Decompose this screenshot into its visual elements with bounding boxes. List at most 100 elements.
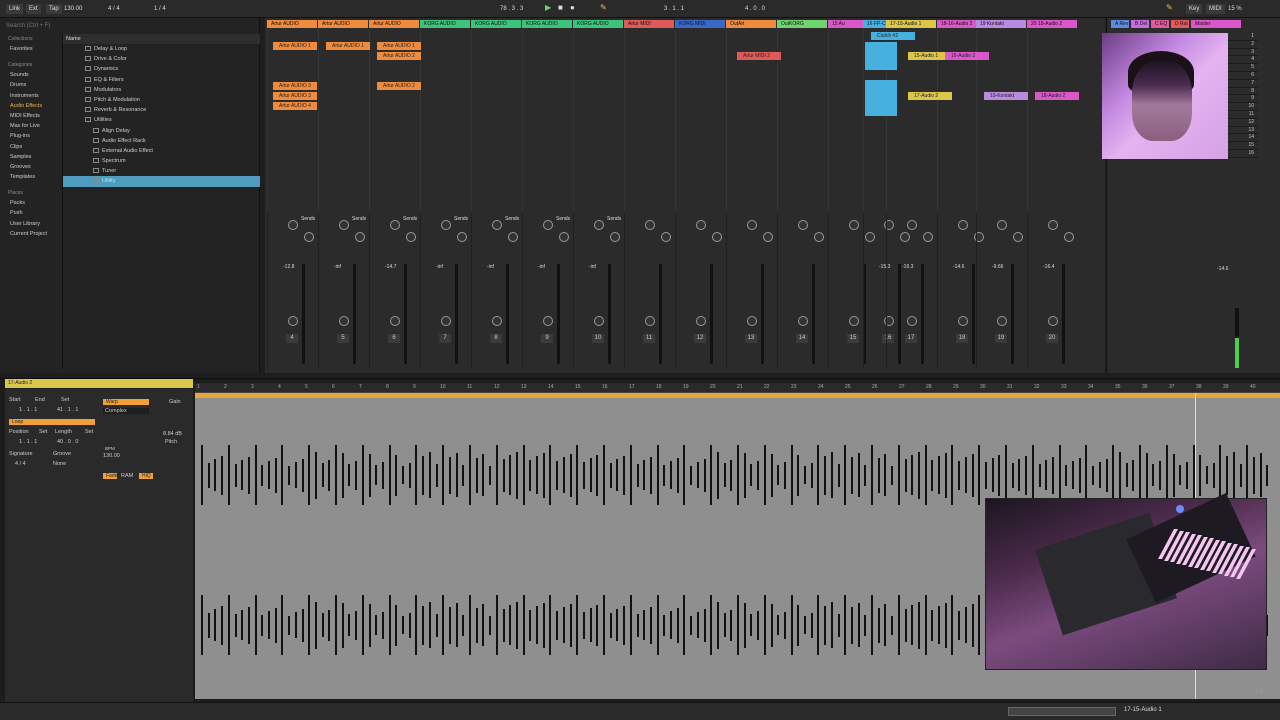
send-a-knob[interactable] <box>390 220 400 230</box>
scene-launch-button[interactable]: 7 <box>1228 80 1258 88</box>
tap-button[interactable]: Tap <box>46 4 62 14</box>
ext-button[interactable]: Ext <box>26 4 41 14</box>
length-set-button[interactable]: Set <box>85 429 93 435</box>
track-activator[interactable]: 6 <box>388 334 400 343</box>
scene-launch-button[interactable]: 15 <box>1228 142 1258 150</box>
pan-knob[interactable] <box>1048 316 1058 326</box>
track-header[interactable]: 17-15-Audio 1 <box>886 20 936 28</box>
volume-field[interactable]: -16.4 <box>1043 264 1054 270</box>
pan-knob[interactable] <box>907 316 917 326</box>
clip-slot[interactable]: Artur AUDIO 1 <box>377 42 421 50</box>
track-activator[interactable]: 20 <box>1046 334 1058 343</box>
pan-knob[interactable] <box>958 316 968 326</box>
track-header[interactable]: KORG MIDI <box>675 20 725 28</box>
send-a-knob[interactable] <box>958 220 968 230</box>
track-header[interactable]: KORG AUDIO <box>471 20 521 28</box>
ram-toggle[interactable]: RAM <box>121 473 133 479</box>
places-item[interactable]: User Library <box>0 219 62 229</box>
scene-launch-button[interactable]: 14 <box>1228 134 1258 143</box>
pan-knob[interactable] <box>849 316 859 326</box>
pan-knob[interactable] <box>390 316 400 326</box>
pencil-icon[interactable]: ✎ <box>1166 3 1173 13</box>
track-header[interactable]: Artur AUDIO <box>369 20 419 28</box>
track-activator[interactable]: 10 <box>592 334 604 343</box>
track-header[interactable]: OutKORG <box>777 20 827 28</box>
category-item[interactable]: MIDI Effects <box>0 111 62 121</box>
browser-folder[interactable]: Pitch & Modulation <box>63 95 260 105</box>
clip-slot[interactable]: Artur AUDIO 2 <box>377 82 421 90</box>
send-a-knob[interactable] <box>1048 220 1058 230</box>
clip-block[interactable] <box>865 80 897 116</box>
track-activator[interactable]: 19 <box>995 334 1007 343</box>
scene-launch-button[interactable]: 12 <box>1228 119 1258 127</box>
song-position[interactable]: 78 . 3 . 3 <box>500 4 523 14</box>
warp-toggle[interactable]: Warp <box>103 399 149 405</box>
clip-title[interactable]: 17-Audio 2 <box>5 379 193 388</box>
send-a-knob[interactable] <box>747 220 757 230</box>
clip-slot[interactable]: Artur AUDIO 1 <box>273 42 317 50</box>
scene-launch-button[interactable]: 4 <box>1228 56 1258 65</box>
volume-field[interactable]: -inf <box>538 264 545 270</box>
name-column-header[interactable]: Name <box>63 34 260 44</box>
send-a-knob[interactable] <box>441 220 451 230</box>
return-track-header[interactable]: D Rat <box>1171 20 1189 28</box>
quantization-select[interactable]: 1 / 4 <box>154 4 166 14</box>
track-activator[interactable]: 11 <box>643 334 655 343</box>
scene-launch-button[interactable]: 8 <box>1228 88 1258 96</box>
volume-field[interactable]: -16.3 <box>902 264 913 270</box>
volume-field[interactable]: -14.7 <box>385 264 396 270</box>
volume-field[interactable]: -inf <box>334 264 341 270</box>
track-header[interactable]: KORG AUDIO <box>573 20 623 28</box>
send-a-knob[interactable] <box>696 220 706 230</box>
warp-mode-select[interactable]: Complex <box>103 408 149 414</box>
send-b-knob[interactable] <box>610 232 620 242</box>
send-b-knob[interactable] <box>559 232 569 242</box>
track-header[interactable]: 19 Kontakt <box>976 20 1026 28</box>
play-icon[interactable]: ▶ <box>545 3 551 13</box>
track-activator[interactable]: 15 <box>847 334 859 343</box>
loop-brace[interactable] <box>195 393 1280 398</box>
category-item[interactable]: Templates <box>0 172 62 182</box>
browser-folder[interactable]: Dynamics <box>63 64 260 74</box>
volume-field[interactable]: -inf <box>436 264 443 270</box>
places-item[interactable]: Push <box>0 208 62 218</box>
pan-knob[interactable] <box>798 316 808 326</box>
send-b-knob[interactable] <box>923 232 933 242</box>
send-a-knob[interactable] <box>339 220 349 230</box>
browser-folder[interactable]: Delay & Loop <box>63 44 260 54</box>
scene-launch-button[interactable]: 10 <box>1228 103 1258 111</box>
favorites-item[interactable]: Favorites <box>0 44 62 54</box>
track-header[interactable]: OutArt <box>726 20 776 28</box>
track-header[interactable]: 20 18-Audio 2 <box>1027 20 1077 28</box>
volume-field[interactable]: -inf <box>589 264 596 270</box>
send-b-knob[interactable] <box>712 232 722 242</box>
return-track-header[interactable]: A Rev <box>1111 20 1129 28</box>
scene-launch-button[interactable]: 5 <box>1228 64 1258 72</box>
fade-toggle[interactable]: Fade <box>103 473 117 479</box>
send-b-knob[interactable] <box>304 232 314 242</box>
return-track-header[interactable]: B Del <box>1131 20 1149 28</box>
clip-slot[interactable]: Artur AUDIO 3 <box>273 92 317 100</box>
category-item[interactable]: Max for Live <box>0 121 62 131</box>
category-item[interactable]: Sounds <box>0 70 62 80</box>
track-activator[interactable]: 4 <box>286 334 298 343</box>
loop-toggle[interactable]: Loop <box>9 419 95 425</box>
track-header[interactable]: KORG AUDIO <box>420 20 470 28</box>
stop-icon[interactable]: ■ <box>558 3 563 13</box>
browser-device[interactable]: Align Delay <box>63 126 260 136</box>
send-b-knob[interactable] <box>406 232 416 242</box>
browser-search-input[interactable]: Search (Ctrl + F) <box>6 21 256 31</box>
pan-knob[interactable] <box>645 316 655 326</box>
send-a-knob[interactable] <box>288 220 298 230</box>
master-volume[interactable]: -14.6 <box>1217 266 1228 272</box>
return-track-header[interactable]: C EQ <box>1151 20 1169 28</box>
clip-signature-field[interactable]: 4 / 4 <box>15 461 26 467</box>
category-item[interactable]: Audio Effects <box>0 101 62 111</box>
send-b-knob[interactable] <box>457 232 467 242</box>
category-item[interactable]: Drums <box>0 80 62 90</box>
browser-device[interactable]: Audio Effect Rack <box>63 136 260 146</box>
hiq-toggle[interactable]: HiQ <box>139 473 153 479</box>
scene-launch-button[interactable]: 9 <box>1228 95 1258 104</box>
position-field[interactable]: 1 . 1 . 1 <box>19 439 37 445</box>
send-a-knob[interactable] <box>907 220 917 230</box>
